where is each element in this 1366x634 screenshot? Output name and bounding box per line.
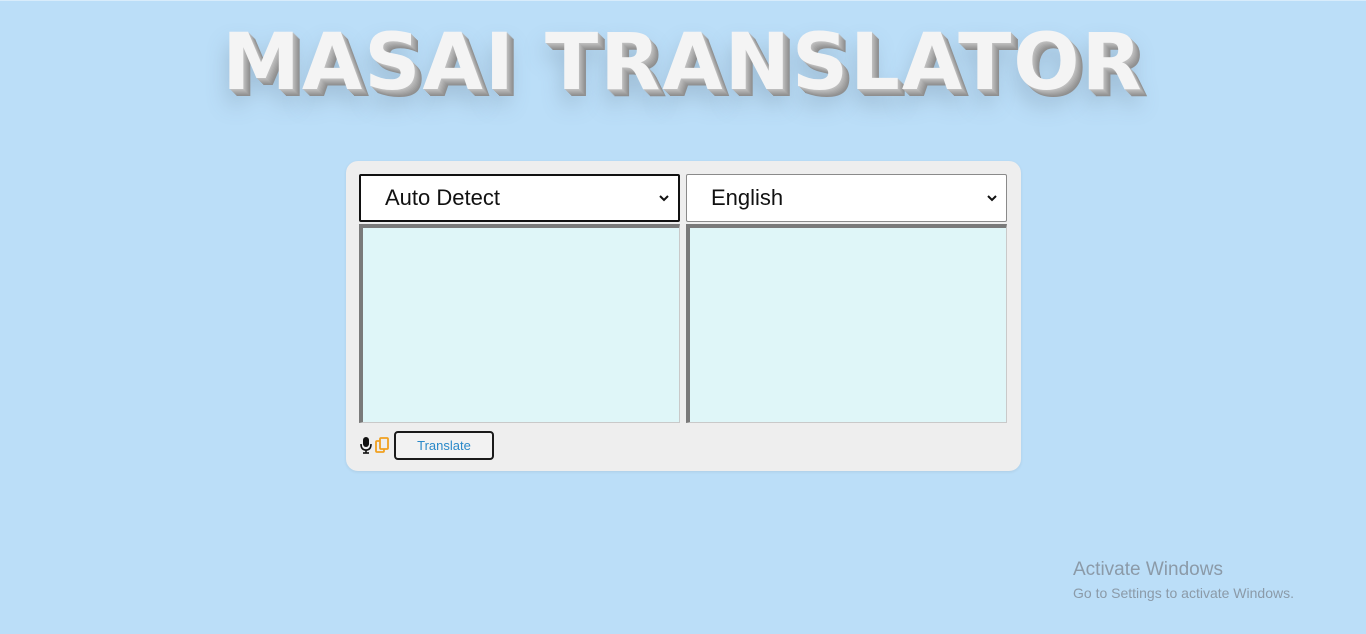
copy-icon[interactable] — [375, 436, 389, 454]
chevron-down-icon — [987, 195, 997, 202]
target-language-select[interactable]: English — [686, 174, 1007, 222]
translated-text-output[interactable] — [686, 224, 1007, 423]
source-text-input[interactable] — [359, 224, 680, 423]
source-language-value: Auto Detect — [385, 185, 500, 210]
windows-activation-watermark: Activate Windows Go to Settings to activ… — [1073, 559, 1294, 603]
page-title: MASAI TRANSLATOR — [222, 18, 1144, 108]
translator-toolbar: Translate — [359, 430, 494, 460]
microphone-icon[interactable] — [359, 436, 373, 454]
watermark-subtitle: Go to Settings to activate Windows. — [1073, 585, 1294, 601]
translate-button[interactable]: Translate — [394, 430, 494, 460]
translator-panel: Auto Detect English Translate — [346, 161, 1021, 471]
target-language-value: English — [711, 185, 784, 210]
watermark-title: Activate Windows — [1073, 559, 1223, 580]
chevron-down-icon — [659, 195, 669, 202]
source-language-select[interactable]: Auto Detect — [359, 174, 680, 222]
